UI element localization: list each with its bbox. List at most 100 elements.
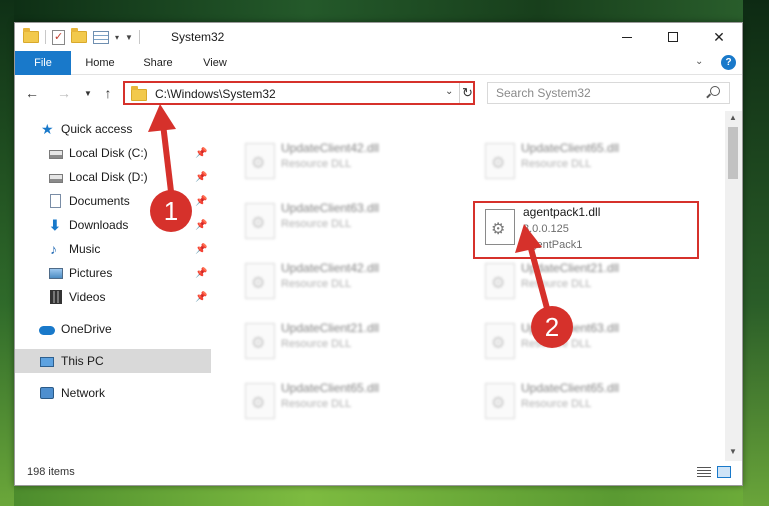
sidebar-item-label: Documents — [69, 194, 130, 208]
search-icon[interactable] — [710, 86, 720, 96]
tab-view[interactable]: View — [189, 51, 241, 75]
tab-file[interactable]: File — [15, 51, 71, 75]
scroll-down-icon[interactable]: ▼ — [729, 447, 737, 456]
minimize-button[interactable] — [604, 23, 650, 51]
file-description: AgentPack1 — [523, 239, 583, 251]
chevron-down-icon[interactable]: ▾ — [115, 33, 119, 42]
file-type: Resource DLL — [281, 278, 352, 290]
desktop-background-left — [0, 0, 14, 506]
dll-file-icon — [485, 143, 515, 179]
pin-icon[interactable]: 📌 — [195, 172, 207, 183]
file-item[interactable]: UpdateClient65.dll Resource DLL — [473, 137, 699, 185]
pin-icon[interactable]: 📌 — [195, 292, 207, 303]
sidebar-item-pictures[interactable]: Pictures 📌 — [15, 261, 211, 285]
cloud-icon — [39, 326, 55, 335]
sidebar-item-label: OneDrive — [61, 322, 112, 336]
dll-file-icon — [485, 263, 515, 299]
file-version: 3.0.0.125 — [523, 223, 569, 235]
file-item[interactable]: UpdateClient21.dll Resource DLL — [473, 257, 699, 305]
folder-icon — [131, 86, 147, 101]
quick-access-toolbar: ▾ ▼ — [23, 28, 140, 45]
sidebar-item-label: Music — [69, 242, 101, 256]
customize-toolbar-icon[interactable]: ▼ — [125, 33, 133, 42]
new-folder-icon[interactable] — [71, 28, 87, 43]
sidebar-item-local-disk-d[interactable]: Local Disk (D:) 📌 — [15, 165, 211, 189]
file-type: Resource DLL — [281, 338, 352, 350]
file-item[interactable]: UpdateClient42.dll Resource DLL — [233, 257, 459, 305]
file-name: UpdateClient65.dll — [521, 141, 620, 155]
item-count: 198 items — [27, 466, 75, 478]
dll-file-icon — [485, 383, 515, 419]
sidebar-item-label: This PC — [61, 354, 104, 368]
file-item[interactable]: UpdateClient65.dll Resource DLL — [473, 377, 699, 425]
file-item[interactable]: UpdateClient63.dll Resource DLL — [473, 317, 699, 365]
expand-ribbon-icon[interactable]: ⌄ — [695, 56, 703, 67]
file-item[interactable]: UpdateClient63.dll Resource DLL — [233, 197, 459, 245]
vertical-scrollbar[interactable]: ▲ ▼ — [725, 111, 742, 461]
search-placeholder: Search System32 — [496, 86, 591, 100]
view-options-icon[interactable] — [93, 30, 109, 44]
file-type: Resource DLL — [521, 398, 592, 410]
search-input[interactable]: Search System32 — [487, 82, 730, 104]
explorer-window: ▾ ▼ System32 ✕ File Home Share View ⌄ ? … — [14, 22, 743, 486]
computer-icon — [40, 356, 54, 367]
scroll-thumb[interactable] — [728, 127, 738, 179]
desktop-background-bottom — [0, 486, 769, 506]
minimize-icon — [622, 36, 632, 38]
help-icon[interactable]: ? — [721, 55, 736, 70]
dll-file-icon — [485, 209, 515, 245]
sidebar-item-label: Downloads — [69, 218, 129, 232]
file-name: UpdateClient65.dll — [281, 381, 380, 395]
scroll-up-icon[interactable]: ▲ — [729, 113, 737, 122]
file-item[interactable]: UpdateClient42.dll Resource DLL — [233, 137, 459, 185]
pin-icon[interactable]: 📌 — [195, 268, 207, 279]
sidebar-item-local-disk-c[interactable]: Local Disk (C:) 📌 — [15, 141, 211, 165]
file-name: UpdateClient42.dll — [281, 261, 380, 275]
large-icons-view-icon[interactable] — [717, 466, 731, 478]
toolbar-divider — [45, 30, 46, 44]
properties-icon[interactable] — [52, 29, 65, 45]
refresh-icon[interactable]: ↻ — [459, 83, 475, 103]
sidebar-item-videos[interactable]: Videos 📌 — [15, 285, 211, 309]
details-view-icon[interactable] — [697, 467, 711, 478]
address-path[interactable]: C:\Windows\System32 — [155, 87, 276, 101]
download-icon: ⬇ — [49, 217, 61, 233]
file-name: UpdateClient21.dll — [521, 261, 620, 275]
sidebar-item-this-pc[interactable]: This PC — [15, 349, 211, 373]
file-name: agentpack1.dll — [523, 205, 601, 219]
sidebar-item-quick-access[interactable]: ★ Quick access — [15, 117, 211, 141]
highlighted-file-item[interactable]: agentpack1.dll 3.0.0.125 AgentPack1 — [473, 201, 699, 259]
status-bar: 198 items — [15, 461, 742, 485]
file-name: UpdateClient21.dll — [281, 321, 380, 335]
chevron-down-icon[interactable]: ⌄ — [445, 86, 453, 97]
tab-home[interactable]: Home — [75, 51, 125, 75]
sidebar-item-onedrive[interactable]: OneDrive — [15, 317, 211, 341]
network-icon — [40, 387, 54, 399]
pin-icon[interactable]: 📌 — [195, 196, 207, 207]
up-arrow-icon[interactable]: ↑ — [99, 84, 117, 102]
pin-icon[interactable]: 📌 — [195, 148, 207, 159]
sidebar-item-label: Videos — [69, 290, 106, 304]
dll-file-icon — [245, 263, 275, 299]
file-name: UpdateClient63.dll — [281, 201, 380, 215]
tab-share[interactable]: Share — [131, 51, 185, 75]
navigation-pane: ★ Quick access Local Disk (C:) 📌 Local D… — [15, 111, 211, 461]
file-list: UpdateClient42.dll Resource DLL UpdateCl… — [213, 111, 725, 461]
sidebar-item-music[interactable]: ♪ Music 📌 — [15, 237, 211, 261]
annotation-badge-2: 2 — [531, 306, 573, 348]
dll-file-icon — [245, 383, 275, 419]
forward-arrow-icon[interactable]: → — [55, 84, 73, 102]
pin-icon[interactable]: 📌 — [195, 220, 207, 231]
file-item[interactable]: UpdateClient65.dll Resource DLL — [233, 377, 459, 425]
address-bar[interactable]: C:\Windows\System32 ⌄ ↻ — [123, 81, 475, 105]
back-arrow-icon[interactable]: ← — [23, 84, 41, 102]
dll-file-icon — [485, 323, 515, 359]
recent-locations-icon[interactable]: ▼ — [79, 84, 97, 102]
pin-icon[interactable]: 📌 — [195, 244, 207, 255]
file-item[interactable]: UpdateClient21.dll Resource DLL — [233, 317, 459, 365]
sidebar-item-network[interactable]: Network — [15, 381, 211, 405]
maximize-button[interactable] — [650, 23, 696, 51]
file-type: Resource DLL — [521, 158, 592, 170]
close-button[interactable]: ✕ — [696, 23, 742, 51]
sidebar-item-label: Local Disk (C:) — [69, 146, 148, 160]
